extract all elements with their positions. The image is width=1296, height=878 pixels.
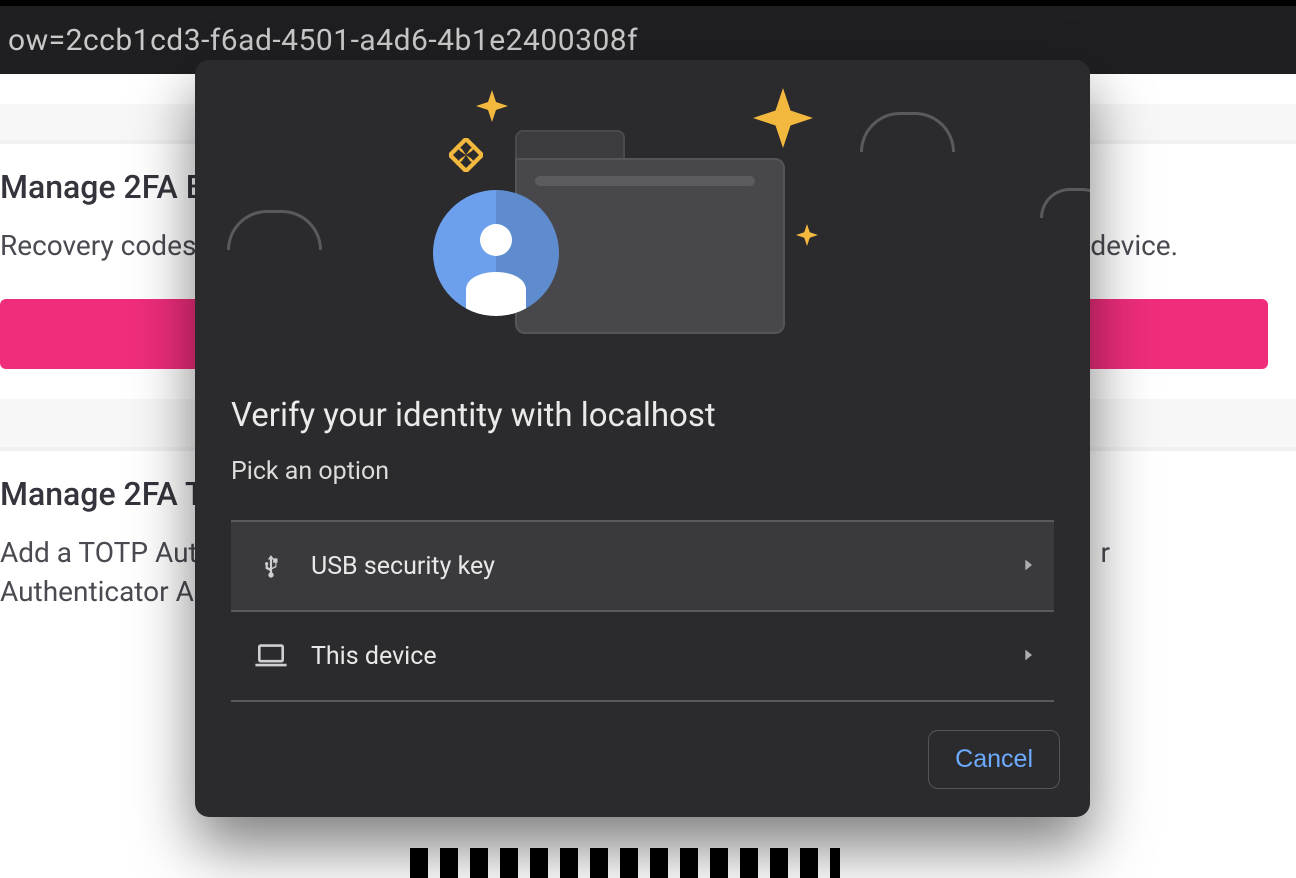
url-fragment: ow=2ccb1cd3-f6ad-4501-a4d6-4b1e2400308f bbox=[0, 23, 646, 58]
sparkle-icon bbox=[449, 138, 483, 172]
sparkle-icon bbox=[476, 90, 508, 122]
sparkle-icon bbox=[753, 88, 813, 148]
dialog-hero bbox=[195, 60, 1090, 360]
totp-line1-left: Add a TOTP Auth bbox=[0, 533, 213, 572]
usb-icon bbox=[249, 550, 293, 582]
chevron-right-icon bbox=[1020, 642, 1036, 671]
backup-desc-left: Recovery codes bbox=[0, 229, 196, 262]
dialog-title: Verify your identity with localhost bbox=[231, 396, 1054, 435]
option-label: USB security key bbox=[293, 552, 1020, 581]
avatar-icon bbox=[433, 190, 559, 316]
backup-desc-right: device. bbox=[1090, 229, 1178, 262]
chevron-right-icon bbox=[1020, 552, 1036, 581]
cloud-icon bbox=[227, 210, 322, 250]
totp-line1-right: r bbox=[1101, 533, 1111, 572]
dialog-subtitle: Pick an option bbox=[231, 457, 1054, 486]
totp-line2-left: Authenticator Ap bbox=[0, 575, 210, 608]
option-usb-security-key[interactable]: USB security key bbox=[231, 522, 1054, 612]
option-this-device[interactable]: This device bbox=[231, 612, 1054, 702]
auth-options: USB security key This device bbox=[231, 520, 1054, 702]
webauthn-dialog: Verify your identity with localhost Pick… bbox=[195, 60, 1090, 817]
option-label: This device bbox=[293, 642, 1020, 671]
sparkle-icon bbox=[796, 224, 818, 246]
cloud-icon bbox=[860, 112, 955, 152]
cancel-button[interactable]: Cancel bbox=[928, 730, 1060, 789]
cloud-icon bbox=[1040, 188, 1090, 218]
laptop-icon bbox=[249, 643, 293, 669]
qr-code-fragment bbox=[410, 848, 840, 878]
